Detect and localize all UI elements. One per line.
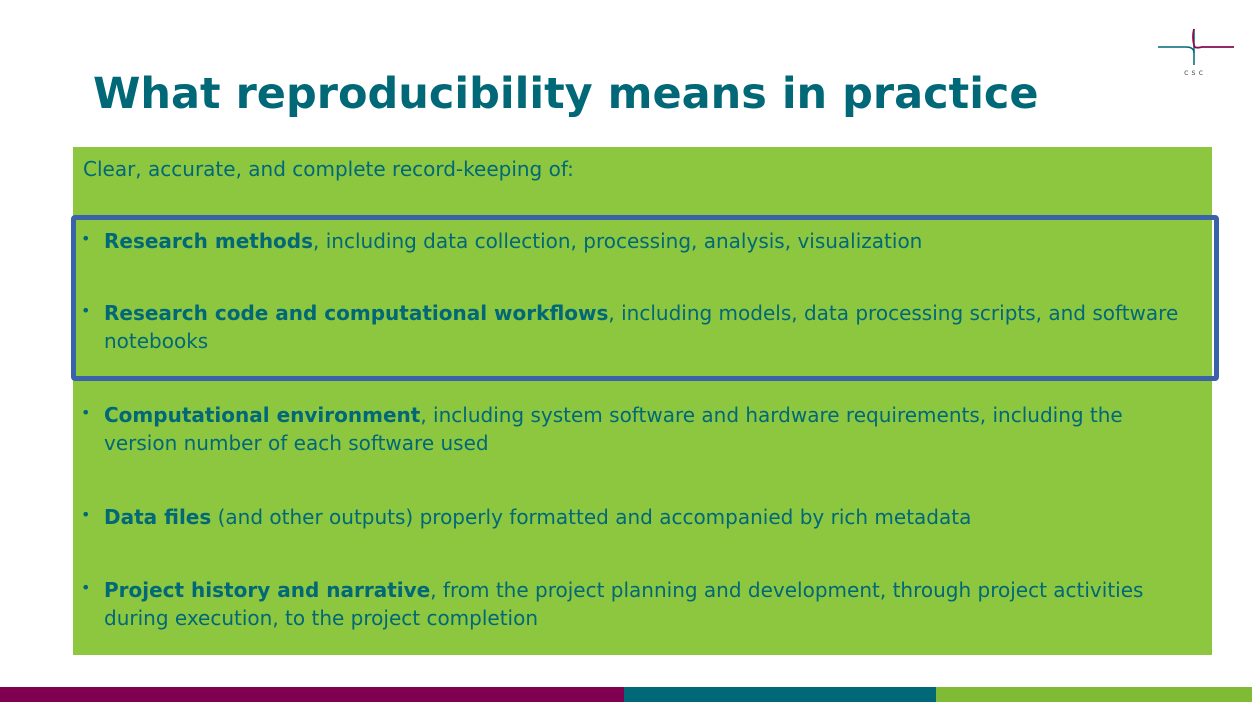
list-item: • Research code and computational workfl… xyxy=(81,299,1201,355)
csc-logo: csc xyxy=(1156,27,1234,79)
bullet-dot: • xyxy=(81,403,91,422)
footer-bar-green xyxy=(936,687,1252,702)
bullet-dot: • xyxy=(81,505,91,524)
list-item: • Data files (and other outputs) properl… xyxy=(81,503,1201,531)
bullet-heading: Computational environment xyxy=(104,403,421,427)
list-item: • Project history and narrative, from th… xyxy=(81,576,1201,632)
intro-text: Clear, accurate, and complete record-kee… xyxy=(83,157,574,181)
content-box: Clear, accurate, and complete record-kee… xyxy=(73,147,1212,655)
footer-bar-teal xyxy=(624,687,936,702)
footer-bar-magenta xyxy=(0,687,624,702)
bullet-heading: Data files xyxy=(104,505,212,529)
bullet-body: (and other outputs) properly formatted a… xyxy=(211,505,972,529)
bullet-body: , including data collection, processing,… xyxy=(313,229,923,253)
bullet-heading: Project history and narrative xyxy=(104,578,431,602)
logo-text: csc xyxy=(1184,68,1206,77)
bullet-dot: • xyxy=(81,229,91,248)
list-item: • Computational environment, including s… xyxy=(81,401,1201,457)
bullet-dot: • xyxy=(81,578,91,597)
bullet-dot: • xyxy=(81,301,91,320)
bullet-heading: Research code and computational workflow… xyxy=(104,301,609,325)
list-item: • Research methods, including data colle… xyxy=(81,227,1201,255)
csc-logo-icon xyxy=(1158,28,1234,65)
bullet-heading: Research methods xyxy=(104,229,314,253)
slide-title: What reproducibility means in practice xyxy=(93,69,1039,119)
